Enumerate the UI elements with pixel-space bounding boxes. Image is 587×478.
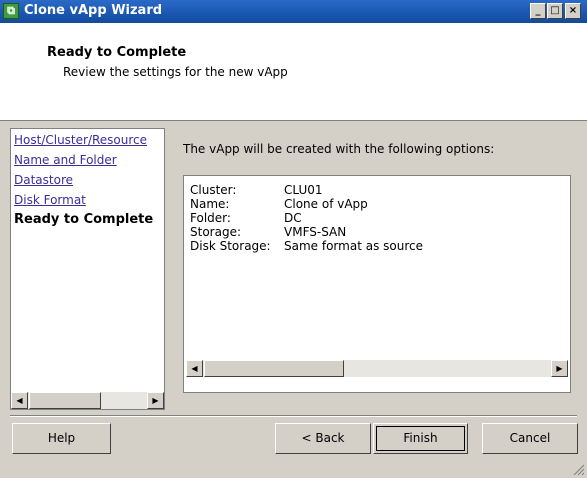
sidebar-item-datastore[interactable]: Datastore bbox=[14, 173, 73, 187]
summary-key: Cluster: bbox=[190, 183, 237, 197]
summary-intro-text: The vApp will be created with the follow… bbox=[183, 142, 495, 156]
page-subtitle: Review the settings for the new vApp bbox=[63, 65, 288, 79]
sidebar-item-disk-format[interactable]: Disk Format bbox=[14, 193, 86, 207]
summary-key: Name: bbox=[190, 197, 230, 211]
scrollbar-thumb[interactable] bbox=[204, 360, 344, 377]
maximize-button[interactable]: □ bbox=[547, 3, 563, 19]
page-title: Ready to Complete bbox=[47, 45, 187, 60]
minimize-button[interactable]: _ bbox=[530, 3, 546, 19]
summary-row-cluster: Cluster: CLU01 bbox=[190, 183, 323, 197]
summary-value: Same format as source bbox=[284, 239, 423, 253]
summary-key: Disk Storage: bbox=[190, 239, 271, 253]
back-button[interactable]: < Back bbox=[275, 423, 371, 454]
title-bar: ⧉ Clone vApp Wizard _ □ × bbox=[0, 0, 587, 23]
sidebar-item-ready-to-complete: Ready to Complete bbox=[14, 212, 154, 227]
window-title: Clone vApp Wizard bbox=[24, 3, 163, 18]
scroll-right-icon[interactable]: ▶ bbox=[551, 360, 568, 377]
wizard-header: Ready to Complete Review the settings fo… bbox=[0, 23, 587, 121]
scrollbar-thumb[interactable] bbox=[29, 392, 101, 409]
vapp-icon: ⧉ bbox=[3, 3, 19, 19]
summary-row-storage: Storage: VMFS-SAN bbox=[190, 225, 346, 239]
resize-grip-icon[interactable] bbox=[573, 464, 585, 476]
summary-row-name: Name: Clone of vApp bbox=[190, 197, 368, 211]
cancel-button[interactable]: Cancel bbox=[482, 423, 578, 454]
scroll-left-icon[interactable]: ◀ bbox=[186, 360, 203, 377]
scroll-right-icon[interactable]: ▶ bbox=[147, 392, 164, 409]
summary-horizontal-scrollbar[interactable]: ◀ ▶ bbox=[186, 360, 568, 377]
summary-value: Clone of vApp bbox=[284, 197, 368, 211]
help-button[interactable]: Help bbox=[12, 423, 111, 454]
sidebar-item-host-cluster-resource[interactable]: Host/Cluster/Resource bbox=[14, 133, 147, 147]
summary-row-folder: Folder: DC bbox=[190, 211, 302, 225]
summary-value: DC bbox=[284, 211, 302, 225]
summary-list: Cluster: CLU01 Name: Clone of vApp Folder:… bbox=[183, 175, 571, 393]
footer-divider bbox=[10, 415, 577, 417]
summary-row-disk-storage: Disk Storage: Same format as source bbox=[190, 239, 423, 253]
close-button[interactable]: × bbox=[565, 3, 581, 19]
finish-button[interactable]: Finish bbox=[373, 423, 468, 454]
summary-key: Storage: bbox=[190, 225, 241, 239]
summary-key: Folder: bbox=[190, 211, 231, 225]
summary-value: CLU01 bbox=[284, 183, 323, 197]
sidebar-horizontal-scrollbar[interactable]: ◀ ▶ bbox=[11, 392, 164, 409]
summary-value: VMFS-SAN bbox=[284, 225, 347, 239]
sidebar-item-name-and-folder[interactable]: Name and Folder bbox=[14, 153, 117, 167]
scroll-left-icon[interactable]: ◀ bbox=[11, 392, 28, 409]
wizard-steps-sidebar: Host/Cluster/Resource Name and Folder Da… bbox=[10, 128, 165, 410]
